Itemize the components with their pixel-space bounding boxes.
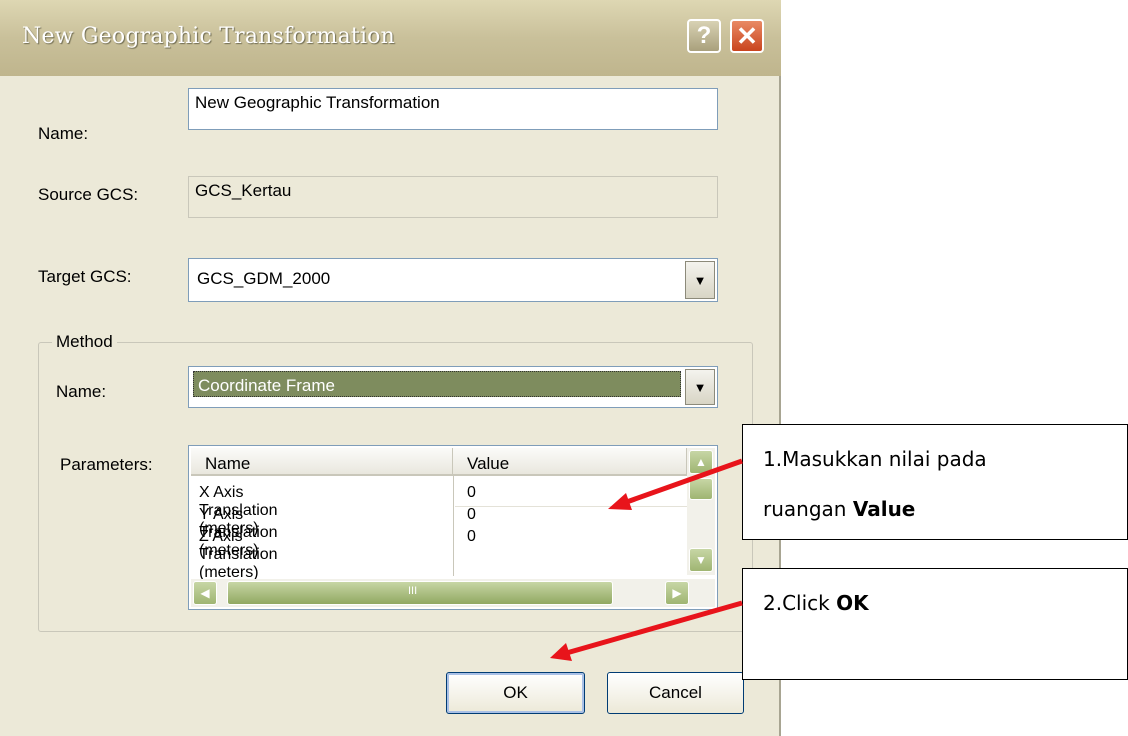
arrows-overlay bbox=[550, 458, 743, 661]
arrow-head-1 bbox=[608, 493, 632, 510]
arrow-line-2 bbox=[562, 600, 743, 657]
arrow-line-1 bbox=[620, 458, 743, 507]
arrow-head-2 bbox=[550, 643, 572, 661]
